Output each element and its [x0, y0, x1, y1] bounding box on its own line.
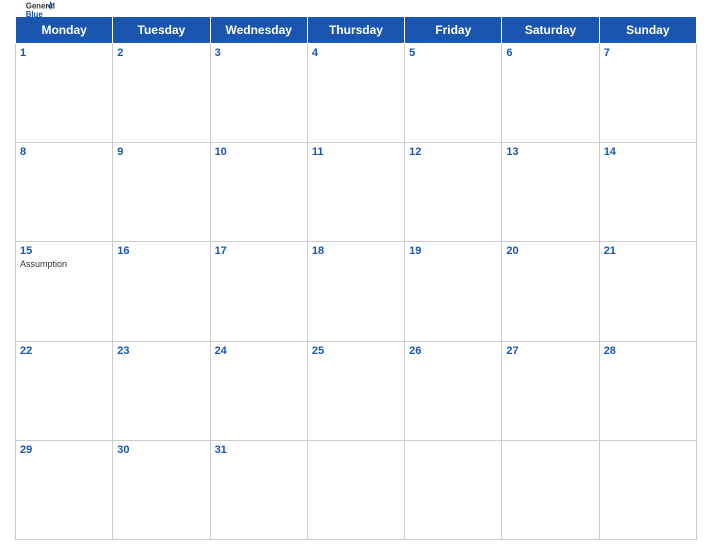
- day-header-saturday: Saturday: [502, 17, 599, 44]
- day-header-tuesday: Tuesday: [113, 17, 210, 44]
- date-number: 11: [312, 146, 400, 158]
- week-row-2: 89 10 11 12 13 14: [16, 143, 697, 242]
- calendar-table: MondayTuesdayWednesdayThursdayFridaySatu…: [15, 16, 697, 540]
- calendar-cell: 30: [113, 440, 210, 539]
- date-number: 21: [604, 245, 692, 257]
- date-number: 17: [215, 245, 303, 257]
- date-number: 16: [117, 245, 205, 257]
- calendar-cell: 12: [405, 143, 502, 242]
- day-header-wednesday: Wednesday: [210, 17, 307, 44]
- calendar-cell: [502, 440, 599, 539]
- calendar-cell: 29: [16, 440, 113, 539]
- calendar-cell: 10: [210, 143, 307, 242]
- date-number: 27: [506, 345, 594, 357]
- calendar-cell: 1: [16, 44, 113, 143]
- calendar-cell: 27: [502, 341, 599, 440]
- logo: General Blue: [25, 0, 55, 20]
- week-row-4: 22 23 24 25 26 27 28: [16, 341, 697, 440]
- day-header-friday: Friday: [405, 17, 502, 44]
- date-number: 4: [312, 47, 400, 59]
- calendar-cell: 11: [307, 143, 404, 242]
- date-number: 20: [506, 245, 594, 257]
- calendar-cell: 31: [210, 440, 307, 539]
- calendar-cell: 9: [113, 143, 210, 242]
- date-number: 24: [215, 345, 303, 357]
- date-number: 12: [409, 146, 497, 158]
- date-number: 1: [20, 47, 108, 59]
- date-number: 8: [20, 146, 108, 158]
- date-number: 28: [604, 345, 692, 357]
- calendar-cell: 3: [210, 44, 307, 143]
- calendar-cell: [307, 440, 404, 539]
- date-number: 25: [312, 345, 400, 357]
- date-number: 14: [604, 146, 692, 158]
- calendar-cell: [599, 440, 696, 539]
- calendar-cell: 7: [599, 44, 696, 143]
- calendar-cell: 6: [502, 44, 599, 143]
- calendar-cell: 26: [405, 341, 502, 440]
- day-header-monday: Monday: [16, 17, 113, 44]
- day-header-sunday: Sunday: [599, 17, 696, 44]
- date-number: 7: [604, 47, 692, 59]
- date-number: 18: [312, 245, 400, 257]
- calendar-cell: 2: [113, 44, 210, 143]
- holiday-label: Assumption: [20, 259, 108, 269]
- calendar-cell: 8: [16, 143, 113, 242]
- date-number: 15: [20, 245, 108, 257]
- date-number: 5: [409, 47, 497, 59]
- date-number: 30: [117, 444, 205, 456]
- date-number: 26: [409, 345, 497, 357]
- calendar-cell: 14: [599, 143, 696, 242]
- date-number: 2: [117, 47, 205, 59]
- date-number: 23: [117, 345, 205, 357]
- date-number: 19: [409, 245, 497, 257]
- date-number: 9: [117, 146, 205, 158]
- calendar-cell: 16: [113, 242, 210, 341]
- calendar-cell: 17: [210, 242, 307, 341]
- calendar-cell: 24: [210, 341, 307, 440]
- week-row-5: 29 30 31: [16, 440, 697, 539]
- week-row-3: 15 Assumption 16 17 18 19 20 21: [16, 242, 697, 341]
- calendar-cell: 15 Assumption: [16, 242, 113, 341]
- date-number: 6: [506, 47, 594, 59]
- calendar-cell: 28: [599, 341, 696, 440]
- date-number: 3: [215, 47, 303, 59]
- calendar-cell: 4: [307, 44, 404, 143]
- calendar-cell: 21: [599, 242, 696, 341]
- date-number: 22: [20, 345, 108, 357]
- calendar-cell: 19: [405, 242, 502, 341]
- date-number: 29: [20, 444, 108, 456]
- logo-icon: General Blue: [25, 0, 55, 20]
- calendar-cell: [405, 440, 502, 539]
- calendar-cell: 22: [16, 341, 113, 440]
- date-number: 10: [215, 146, 303, 158]
- day-header-thursday: Thursday: [307, 17, 404, 44]
- calendar-cell: 18: [307, 242, 404, 341]
- calendar-cell: 25: [307, 341, 404, 440]
- date-number: 13: [506, 146, 594, 158]
- svg-text:Blue: Blue: [26, 10, 44, 19]
- date-number: 31: [215, 444, 303, 456]
- week-row-1: 1234567: [16, 44, 697, 143]
- calendar-cell: 5: [405, 44, 502, 143]
- calendar-cell: 20: [502, 242, 599, 341]
- calendar-cell: 13: [502, 143, 599, 242]
- calendar-cell: 23: [113, 341, 210, 440]
